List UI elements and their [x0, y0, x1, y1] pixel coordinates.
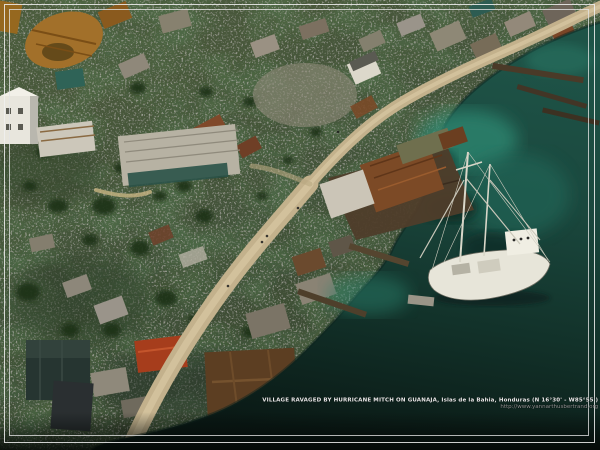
wallpaper-photo: VILLAGE RAVAGED BY HURRICANE MITCH ON GU… [0, 0, 600, 450]
aerial-photo-scene [0, 0, 600, 450]
photo-caption: VILLAGE RAVAGED BY HURRICANE MITCH ON GU… [262, 397, 598, 410]
caption-credit-url: http://www.yannarthusbertrand.org [262, 403, 598, 409]
bottom-shadow [0, 412, 600, 450]
